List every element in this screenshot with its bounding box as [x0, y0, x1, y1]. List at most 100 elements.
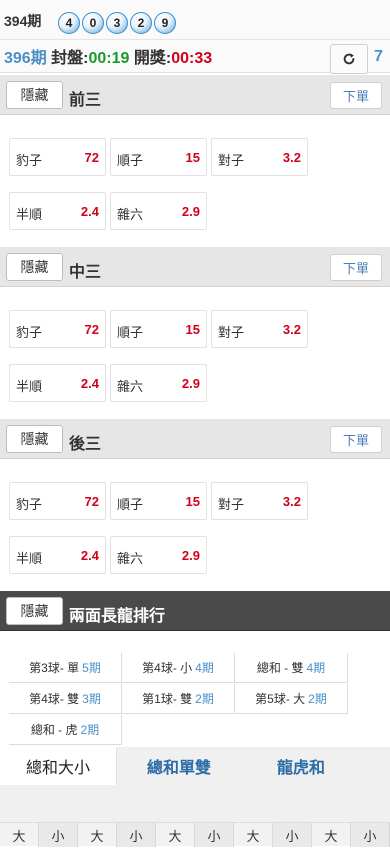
long-dragon-label: 第4球- 雙 [29, 692, 80, 706]
long-dragon-label: 第1球- 雙 [142, 692, 193, 706]
long-dragon-label: 總和 - 虎 [30, 723, 78, 737]
odds-name: 半順 [16, 379, 43, 394]
long-dragon-item: 第1球- 雙 2期 [122, 684, 235, 714]
refresh-button[interactable] [330, 44, 368, 74]
odds-value: 72 [84, 494, 99, 509]
long-dragon-item: 第5球- 大 2期 [235, 684, 348, 714]
tab-sum-big-small[interactable]: 總和大小 [0, 747, 117, 785]
odds-cell[interactable]: 順子 15 [110, 482, 207, 520]
odds-cell[interactable]: 雜六 2.9 [110, 192, 207, 230]
odds-cell[interactable]: 豹子 72 [9, 310, 106, 348]
open-countdown: 00:33 [171, 50, 213, 67]
odds-cell[interactable]: 豹子 72 [9, 138, 106, 176]
result-ball: 9 [154, 12, 176, 34]
odds-value: 2.4 [80, 548, 99, 563]
countdown-text: 396期 封盤:00:19 開獎:00:33 [4, 44, 212, 68]
odds-name: 豹子 [16, 497, 43, 512]
close-countdown: 00:19 [88, 50, 130, 67]
odds-name: 順子 [117, 153, 144, 168]
hide-button[interactable]: 隱藏 [6, 597, 63, 625]
odds-name: 雜六 [117, 551, 144, 566]
odds-value: 2.9 [181, 376, 200, 391]
bead-cell: 大 [78, 823, 117, 847]
odds-name: 對子 [218, 497, 245, 512]
bead-cell: 大 [234, 823, 273, 847]
long-dragon-label: 第4球- 小 [142, 661, 193, 675]
road-tabs: 總和大小 總和單雙 龍虎和 [0, 747, 390, 785]
odds-name: 順子 [117, 497, 144, 512]
bead-cell: 大 [312, 823, 351, 847]
long-dragon-item: 第3球- 單 5期 [9, 653, 122, 683]
place-order-button[interactable]: 下單 [330, 254, 382, 281]
odds-name: 順子 [117, 325, 144, 340]
result-balls: 4 0 3 2 9 [58, 12, 178, 34]
odds-cell[interactable]: 順子 15 [110, 310, 207, 348]
odds-cell[interactable]: 雜六 2.9 [110, 536, 207, 574]
long-dragon-label: 第5球- 大 [255, 692, 306, 706]
odds-value: 2.9 [181, 548, 200, 563]
odds-cell[interactable]: 雜六 2.9 [110, 364, 207, 402]
odds-name: 豹子 [16, 325, 43, 340]
odds-name: 豹子 [16, 153, 43, 168]
countdown-bar: 396期 封盤:00:19 開獎:00:33 7 [0, 40, 390, 74]
result-ball: 4 [58, 12, 80, 34]
odds-value: 3.2 [282, 322, 301, 337]
odds-cell[interactable]: 半順 2.4 [9, 364, 106, 402]
bead-cell: 小 [351, 823, 390, 847]
section-header-long-dragon: 隱藏 兩面長龍排行 [0, 591, 390, 631]
odds-value: 72 [84, 322, 99, 337]
long-dragon-item: 第4球- 小 4期 [122, 653, 235, 683]
tab-sum-odd-even[interactable]: 總和單雙 [117, 747, 241, 785]
road-panel [0, 785, 390, 822]
refresh-countdown: 7 [374, 48, 383, 65]
hide-button[interactable]: 隱藏 [6, 253, 63, 281]
odds-value: 15 [185, 494, 200, 509]
odds-name: 雜六 [117, 379, 144, 394]
place-order-button[interactable]: 下單 [330, 426, 382, 453]
hide-button[interactable]: 隱藏 [6, 81, 63, 109]
odds-cell[interactable]: 半順 2.4 [9, 192, 106, 230]
bead-cell: 大 [156, 823, 195, 847]
bead-cell: 小 [117, 823, 156, 847]
odds-cell[interactable]: 對子 3.2 [211, 310, 308, 348]
last-draw-bar: 394期 4 0 3 2 9 [0, 0, 390, 40]
odds-value: 15 [185, 322, 200, 337]
odds-cell[interactable]: 順子 15 [110, 138, 207, 176]
odds-cell[interactable]: 豹子 72 [9, 482, 106, 520]
hide-button[interactable]: 隱藏 [6, 425, 63, 453]
long-dragon-item: 總和 - 雙 4期 [235, 653, 348, 683]
odds-value: 3.2 [282, 150, 301, 165]
odds-cell[interactable]: 對子 3.2 [211, 138, 308, 176]
odds-name: 雜六 [117, 207, 144, 222]
odds-value: 3.2 [282, 494, 301, 509]
tab-dragon-tiger[interactable]: 龍虎和 [241, 747, 361, 785]
odds-value: 2.9 [181, 204, 200, 219]
long-dragon-count: 2期 [80, 723, 100, 737]
odds-cell[interactable]: 對子 3.2 [211, 482, 308, 520]
odds-name: 對子 [218, 153, 245, 168]
long-dragon-item: 總和 - 虎 2期 [9, 715, 122, 745]
odds-value: 72 [84, 150, 99, 165]
bead-cell: 小 [39, 823, 78, 847]
odds-cell[interactable]: 半順 2.4 [9, 536, 106, 574]
bead-cell: 大 [0, 823, 39, 847]
bead-road: 大 小 大 小 大 小 大 小 大 小 [0, 822, 390, 847]
odds-value: 2.4 [80, 204, 99, 219]
long-dragon-count: 5期 [82, 661, 101, 675]
place-order-button[interactable]: 下單 [330, 82, 382, 109]
long-dragon-count: 2期 [308, 692, 327, 706]
long-dragon-label: 第3球- 單 [29, 661, 80, 675]
bead-cell: 小 [195, 823, 234, 847]
long-dragon-item: 第4球- 雙 3期 [9, 684, 122, 714]
section-header-back3: 隱藏 後三 下單 [0, 419, 390, 459]
long-dragon-count: 3期 [82, 692, 101, 706]
odds-name: 對子 [218, 325, 245, 340]
long-dragon-count: 4期 [306, 661, 326, 675]
section-title: 前三 [69, 92, 102, 109]
odds-value: 15 [185, 150, 200, 165]
refresh-icon [343, 53, 355, 65]
section-title: 兩面長龍排行 [69, 608, 166, 625]
bead-cell: 小 [273, 823, 312, 847]
odds-name: 半順 [16, 551, 43, 566]
odds-name: 半順 [16, 207, 43, 222]
